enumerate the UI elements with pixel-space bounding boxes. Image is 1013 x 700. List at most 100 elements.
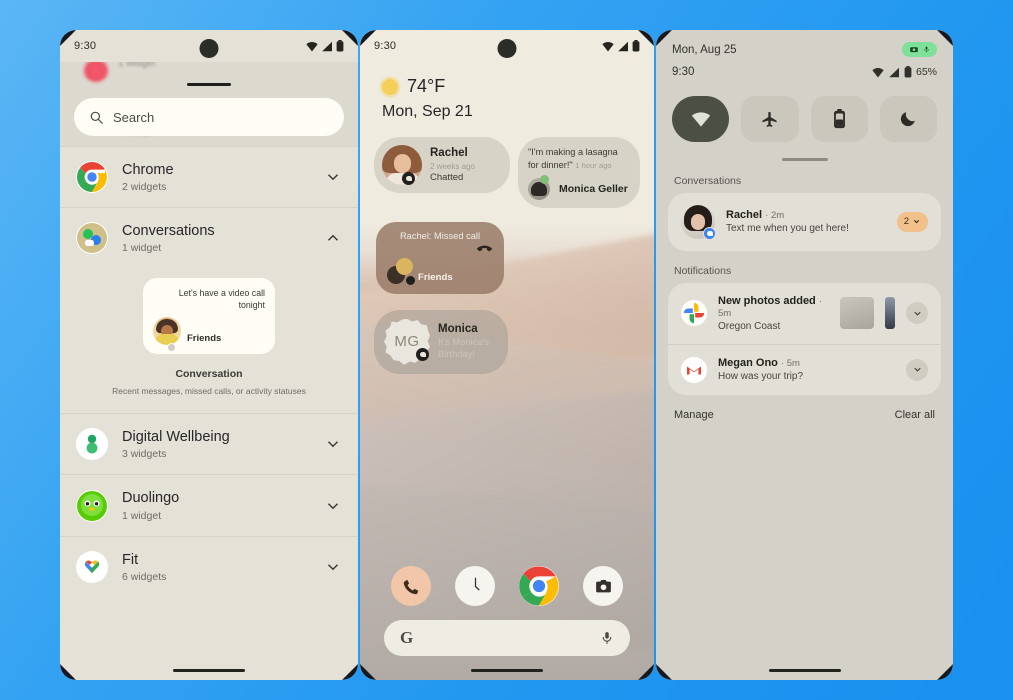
front-camera-punch-hole	[199, 39, 219, 58]
sheet-drag-handle[interactable]	[187, 82, 231, 86]
message-icon	[402, 172, 415, 185]
monica-quote-widget[interactable]: "I'm making a lasagna for dinner!" 1 hou…	[518, 137, 640, 208]
google-search-bar[interactable]: G	[384, 620, 630, 656]
search-section: 2 widgets Search	[60, 92, 358, 146]
status-icons	[306, 40, 344, 52]
chevron-down-icon[interactable]	[324, 435, 342, 453]
moon-icon	[901, 112, 916, 127]
gesture-navigation-bar[interactable]	[173, 669, 245, 672]
wifi-icon	[691, 111, 710, 127]
notification-body: Text me when you get here!	[726, 223, 849, 234]
status-bar: 9:30	[360, 30, 654, 62]
front-camera-punch-hole	[497, 39, 517, 58]
monica-birthday-widget[interactable]: MG Monica It's Monica's Birthday!	[374, 309, 508, 374]
widget-row-conversations[interactable]: Conversations 1 widget	[60, 207, 358, 268]
widget-row-subtitle: 1 widget	[122, 509, 162, 522]
avatar	[153, 317, 181, 345]
chrome-icon[interactable]	[519, 566, 559, 606]
manage-button[interactable]: Manage	[674, 409, 714, 421]
conversation-widget-preview: Let's have a video call tonight Friends …	[60, 268, 358, 414]
conversation-preview-card[interactable]: Let's have a video call tonight Friends	[143, 278, 275, 354]
shade-date: Mon, Aug 25	[672, 43, 737, 56]
chevron-down-icon[interactable]	[324, 558, 342, 576]
tile-do-not-disturb[interactable]	[879, 96, 937, 142]
widget-row-duolingo[interactable]: Duolingo 1 widget	[60, 474, 358, 535]
photo-thumbnail-secondary[interactable]	[885, 297, 895, 329]
preview-message: Let's have a video call tonight	[178, 288, 265, 311]
expand-button[interactable]	[906, 358, 928, 381]
chevron-down-icon	[913, 367, 921, 372]
timestamp: 2 weeks ago	[430, 161, 475, 171]
widget-row-digital-wellbeing[interactable]: Digital Wellbeing 3 widgets	[60, 413, 358, 474]
unread-count-badge[interactable]: 2	[896, 211, 928, 232]
chevron-down-icon[interactable]	[324, 497, 342, 515]
gesture-navigation-bar[interactable]	[768, 669, 841, 672]
conversations-group: Rachel · 2m Text me when you get here! 2	[668, 192, 941, 251]
corner-shade	[342, 664, 358, 680]
missed-call-contact-row: Friends	[387, 257, 493, 285]
notification-text: New photos added · 5m Oregon Coast	[718, 295, 829, 332]
partial-widget-row[interactable]: 1 widget	[60, 62, 358, 92]
notifications-group: New photos added · 5m Oregon Coast Megan…	[668, 282, 941, 395]
photo-thumbnail[interactable]	[840, 297, 874, 329]
camera-icon[interactable]	[583, 566, 623, 606]
conversation-notification-rachel[interactable]: Rachel · 2m Text me when you get here! 2	[668, 193, 941, 251]
at-a-glance-widget[interactable]: 74°F Mon, Sep 21	[360, 62, 654, 121]
search-input[interactable]: Search	[74, 98, 344, 136]
widget-row-text: Fit 6 widgets	[122, 551, 310, 583]
corner-shade	[60, 664, 76, 680]
notification-text: Rachel · 2m Text me when you get here!	[726, 209, 886, 234]
corner-shade	[937, 664, 953, 680]
widget-row-fit[interactable]: Fit 6 widgets	[60, 535, 358, 597]
missed-call-icon	[476, 245, 493, 251]
battery-icon	[632, 40, 640, 52]
preview-description: Recent messages, missed calls, or activi…	[112, 386, 306, 396]
rachel-widget-text: Rachel 2 weeks ago Chatted	[430, 147, 500, 183]
partial-row-subtitle: 1 widget	[118, 62, 156, 69]
wifi-icon	[872, 67, 884, 77]
clear-all-button[interactable]: Clear all	[895, 409, 935, 421]
duolingo-icon	[76, 489, 108, 522]
rachel-conversation-widget[interactable]: Rachel 2 weeks ago Chatted	[374, 137, 510, 193]
messages-app-badge-icon	[703, 226, 716, 240]
tile-battery-saver[interactable]	[810, 96, 868, 142]
gmail-icon	[681, 356, 707, 383]
notification-new-photos[interactable]: New photos added · 5m Oregon Coast	[668, 283, 941, 344]
section-label-notifications: Notifications	[674, 264, 732, 277]
notification-body: How was your trip?	[718, 371, 804, 382]
widget-row-subtitle: 1 widget	[122, 242, 162, 255]
chevron-up-icon[interactable]	[324, 229, 342, 247]
signal-icon	[618, 41, 628, 51]
battery-icon	[904, 66, 912, 78]
partial-app-icon	[82, 62, 110, 82]
battery-percentage: 65%	[915, 66, 937, 78]
temperature: 74°F	[407, 76, 446, 96]
chevron-down-icon	[913, 219, 920, 224]
wifi-icon	[306, 41, 318, 51]
expand-button[interactable]	[906, 302, 928, 324]
notification-megan-ono[interactable]: Megan Ono · 5m How was your trip?	[668, 343, 941, 395]
tile-internet[interactable]	[672, 96, 730, 142]
search-icon	[90, 111, 103, 124]
gesture-navigation-bar[interactable]	[471, 669, 543, 672]
contact-name: Monica	[438, 322, 478, 335]
widget-row-text: Chrome 2 widgets	[122, 161, 310, 193]
signal-icon	[889, 67, 899, 77]
chevron-down-icon[interactable]	[324, 168, 342, 186]
contact-name: Friends	[418, 271, 453, 283]
shade-date-row: Mon, Aug 25	[672, 42, 937, 57]
microphone-icon[interactable]	[600, 630, 614, 646]
timestamp: · 2m	[765, 210, 785, 221]
widget-row-chrome[interactable]: Chrome 2 widgets	[60, 146, 358, 207]
missed-call-title: Rachel: Missed call	[399, 230, 481, 241]
phone-icon[interactable]	[391, 566, 431, 606]
fit-icon	[76, 550, 108, 583]
clock-icon[interactable]	[455, 566, 495, 606]
tile-airplane-mode[interactable]	[741, 96, 799, 142]
message-icon	[416, 347, 429, 361]
privacy-indicator[interactable]	[902, 42, 937, 57]
app-dock	[360, 566, 654, 606]
notification-body: Oregon Coast	[718, 320, 781, 332]
google-photos-icon	[681, 300, 707, 326]
missed-call-widget[interactable]: Rachel: Missed call Friends	[376, 221, 504, 294]
